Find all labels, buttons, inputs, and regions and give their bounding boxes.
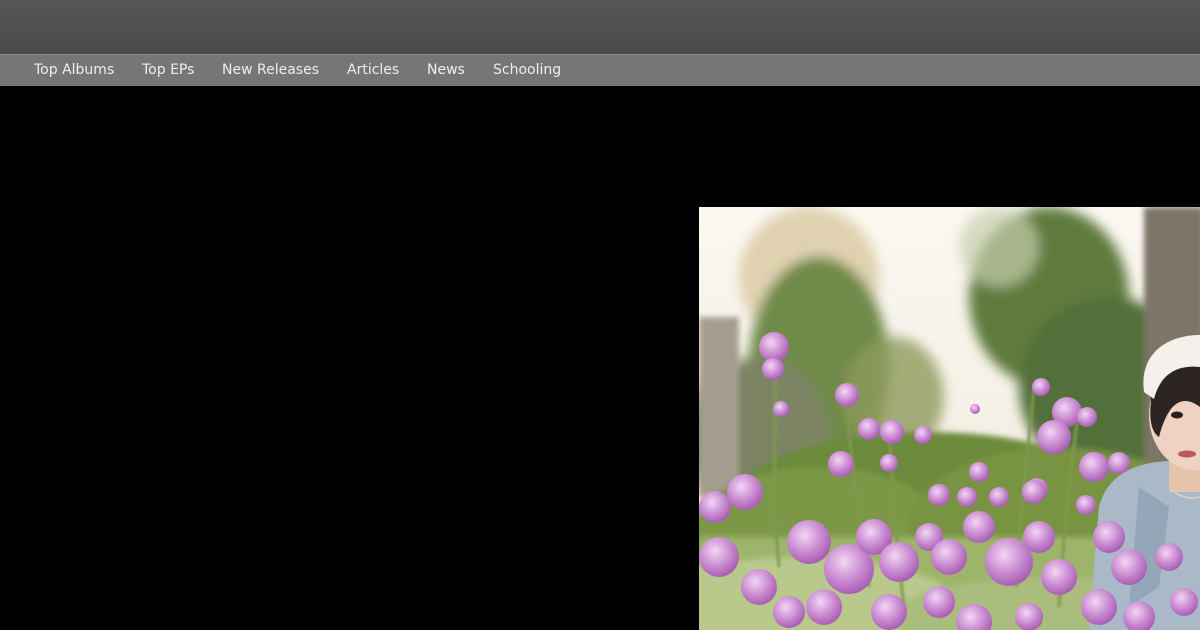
site-header bbox=[0, 0, 1200, 54]
hero-photo bbox=[699, 207, 1200, 630]
nav-articles[interactable]: Articles bbox=[347, 61, 399, 79]
nav-schooling[interactable]: Schooling bbox=[493, 61, 561, 79]
nav-top-eps[interactable]: Top EPs bbox=[142, 61, 194, 79]
nav-new-releases[interactable]: New Releases bbox=[222, 61, 319, 79]
nav-news[interactable]: News bbox=[427, 61, 465, 79]
main-nav: Top Albums Top EPs New Releases Articles… bbox=[0, 54, 1200, 86]
nav-top-albums[interactable]: Top Albums bbox=[34, 61, 114, 79]
